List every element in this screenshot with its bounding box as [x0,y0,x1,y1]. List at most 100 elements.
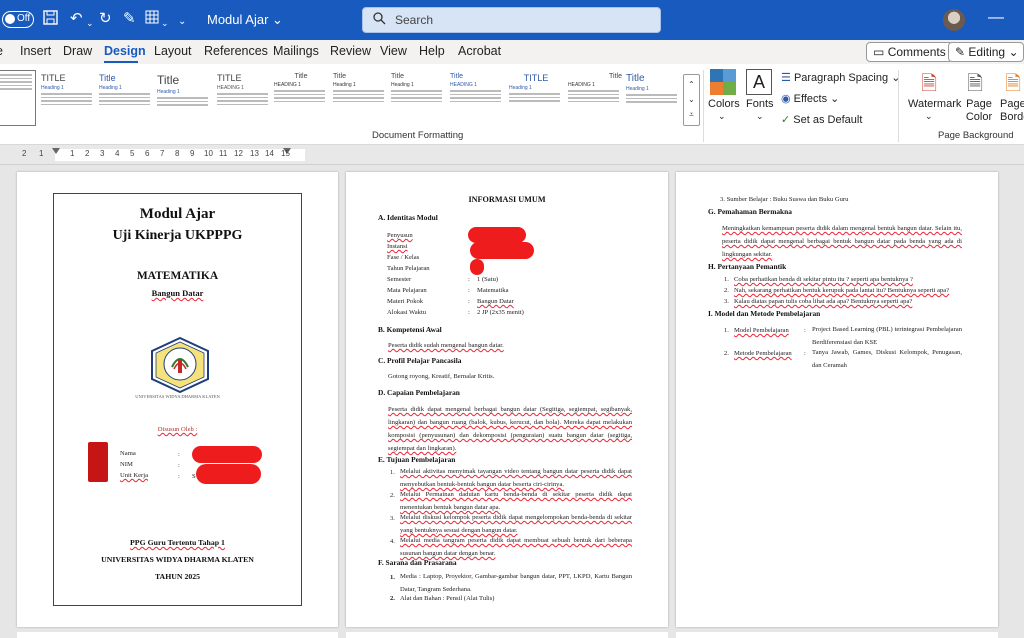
fonts-icon[interactable]: A [746,69,772,95]
tab-layout[interactable]: Layout [154,44,192,58]
footer-year: TAHUN 2025 [154,572,201,581]
style-thumb-title: TITLE [523,73,549,83]
style-thumb-2[interactable]: TITLE Heading 1 [39,70,95,126]
list-number: 1. [724,327,729,334]
chevron-down-icon[interactable]: ⌄ [925,111,933,122]
search-box[interactable]: Search [362,7,661,33]
style-thumb-title: Title [391,73,404,80]
colon: : [178,462,180,469]
style-thumb-title: Title [609,73,622,80]
facility-item: Media : Laptop, Proyektor, Gambar-gambar… [400,573,632,593]
style-thumb-3[interactable]: Title Heading 1 [97,70,153,126]
ruler-number: 6 [145,149,150,158]
page-color-button[interactable]: Page Color [962,98,996,124]
group-divider [703,70,704,142]
style-thumb-title: Title [294,73,308,80]
left-indent-marker[interactable] [52,148,60,154]
minimize-icon[interactable]: — [988,9,1004,27]
style-thumb-6[interactable]: Title HEADING 1 [272,70,328,126]
identity-label: Semester [387,276,412,283]
tab-references[interactable]: References [204,44,268,58]
horizontal-ruler[interactable]: 2 1 1 2 3 4 5 6 7 8 9 10 11 12 13 14 15 [0,145,1024,165]
chevron-down-icon[interactable]: ⌄ [756,111,764,122]
document-title-text: Modul Ajar [207,12,269,27]
tab-mailings[interactable]: Mailings [273,44,319,58]
colon: : [178,473,180,480]
ruler-number: 1 [70,149,75,158]
colon: : [468,309,470,316]
goal-item: Melalui media tangram peserta didik dapa… [400,537,632,557]
redaction-mark [470,242,534,259]
tab-home[interactable]: e [0,44,3,58]
scroll-down-icon[interactable]: ⌄ [684,92,699,107]
table-icon[interactable] [145,10,159,29]
scroll-up-icon[interactable]: ⌃ [684,77,699,92]
chevron-down-icon: ⌄ [1008,45,1019,59]
style-thumb-title: Title [333,73,346,80]
footer-program: PPG Guru Tertentu Tahap 1 [54,538,301,547]
page-2[interactable]: INFORMASI UMUM A. Identitas Modul Penyus… [346,172,668,627]
tab-help[interactable]: Help [419,44,445,58]
tab-acrobat[interactable]: Acrobat [458,44,501,58]
tab-draw[interactable]: Draw [63,44,92,58]
effects-label: Effects [793,93,828,105]
page-4-top-edge [17,632,338,638]
style-thumb-title: Title [157,73,180,87]
page-6-top-edge [676,632,998,638]
section-c-heading: C. Profil Pelajar Pancasila [378,356,462,365]
style-thumb-7[interactable]: Title Heading 1 [331,70,387,126]
facility-item: Alat dan Bahan : Pensil (Alat Tulis) [400,595,495,602]
editing-button[interactable]: ✎ Editing ⌄ [948,42,1024,62]
table-dropdown-icon[interactable]: ⌄ [161,14,169,32]
tab-design[interactable]: Design [104,44,146,58]
more-icon[interactable]: ⩡ [684,107,699,122]
tab-review[interactable]: Review [330,44,371,58]
undo-dropdown-icon[interactable]: ⌄ [86,14,94,32]
page-3[interactable]: 3. Sumber Belajar : Buku Suswa dan Buku … [676,172,998,627]
chevron-down-icon[interactable]: ⌄ [718,111,726,122]
section-a-heading: A. Identitas Modul [378,213,438,222]
question-item: Kalau diatas papan tulis coba lihat ada … [734,298,913,305]
avatar[interactable] [943,9,965,31]
customize-qat-icon[interactable]: ⌄ [178,13,186,31]
document-title[interactable]: Modul Ajar ⌄ [207,12,283,28]
tab-insert[interactable]: Insert [20,44,51,58]
page-1[interactable]: Modul Ajar Uji Kinerja UKPPPG MATEMATIKA… [17,172,338,627]
colors-button[interactable]: Colors [708,98,740,110]
format-painter-icon[interactable]: ✎ [123,10,136,28]
style-thumb-title: Title [99,73,116,83]
gallery-scroll[interactable]: ⌃ ⌄ ⩡ [683,74,700,126]
style-thumb-1[interactable] [0,70,36,126]
list-number: 4. [390,538,395,545]
list-number: 1. [724,276,729,283]
redo-icon[interactable]: ↻ [99,10,112,28]
style-thumb-9[interactable]: Title HEADING 1 [448,70,504,126]
colors-icon[interactable] [710,69,736,95]
redaction-mark [192,446,262,463]
footer-university: UNIVERSITAS WIDYA DHARMA KLATEN [101,555,254,564]
style-thumb-8[interactable]: Title Heading 1 [389,70,445,126]
watermark-button[interactable]: Watermark [908,98,961,110]
page-background-group-label: Page Background [938,130,1014,141]
pencil-icon: ✎ [955,45,966,59]
comments-button[interactable]: ▭ Comments [866,42,953,62]
fonts-button[interactable]: Fonts [746,98,774,110]
section-f-heading: F. Sarana dan Prasarana [378,558,457,567]
style-thumb-11[interactable]: Title HEADING 1 [566,70,622,126]
style-thumb-10[interactable]: TITLE Heading 1 [507,70,563,126]
style-thumb-5[interactable]: TITLE HEADING 1 [215,70,271,126]
autosave-toggle[interactable]: Off [2,11,34,28]
identity-label: Instansi [387,243,408,250]
set-as-default-button[interactable]: ✓ Set as Default [781,113,862,126]
style-thumb-12[interactable]: Title Heading 1 [624,70,680,126]
cover-border: Modul Ajar Uji Kinerja UKPPPG MATEMATIKA… [53,193,302,606]
paragraph-spacing-button[interactable]: ☰ Paragraph Spacing ⌄ [781,71,900,84]
redaction-mark [196,464,261,484]
style-thumb-4[interactable]: Title Heading 1 [155,70,211,126]
effects-button[interactable]: ◉ Effects ⌄ [781,92,839,105]
page-borders-button[interactable]: Page Borders [1000,98,1024,124]
undo-icon[interactable]: ↶ [70,10,83,28]
disusun-text: Disusun Oleh : [157,426,198,433]
tab-view[interactable]: View [380,44,407,58]
save-icon[interactable] [43,10,58,30]
